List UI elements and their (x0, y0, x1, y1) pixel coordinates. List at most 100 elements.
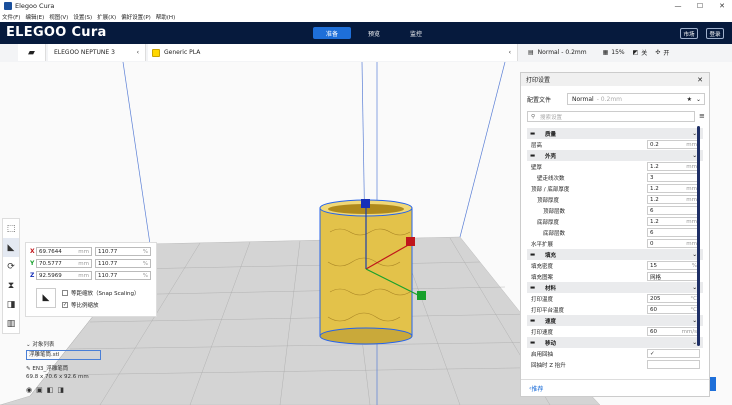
menu-extensions[interactable]: 扩展(X) (97, 13, 116, 21)
tab-prepare[interactable]: 准备 (313, 27, 351, 39)
uniform-scaling-checkbox[interactable]: ✓ 等比例缩放 (62, 301, 99, 309)
x-mm-input[interactable]: 69.7644 mm (36, 247, 92, 256)
y-percent-input[interactable]: 110.77% (95, 259, 151, 268)
z-axis-handle[interactable] (361, 199, 370, 208)
setting-unit: mm (686, 163, 697, 170)
settings-category[interactable]: 外壳 ▬ ⌄ (527, 150, 703, 161)
maximize-button[interactable]: ☐ (690, 0, 710, 12)
settings-scrollbar[interactable] (697, 126, 700, 346)
material-selector[interactable]: Generic PLA ‹ (148, 44, 518, 61)
settings-category[interactable]: 质量 ▬ ⌄ (527, 128, 703, 139)
settings-category[interactable]: 材料 ▬ ⌄ (527, 282, 703, 293)
setting-row[interactable]: 壁厚 1.2 mm (527, 161, 703, 172)
app-header: ELEGOO Cura 准备 预览 监控 市场 登录 (0, 22, 732, 44)
tool-panel: ⬚ ◣ ⟳ ⧗ ◨ ▥ (2, 218, 20, 334)
rotate-tool-button[interactable]: ⟳ (3, 257, 19, 276)
chevron-left-icon: ‹ (136, 49, 139, 56)
move-tool-button[interactable]: ⬚ (3, 219, 19, 238)
setting-row[interactable]: 层高 0.2 mm (527, 139, 703, 150)
support-icon: ◩ (632, 49, 639, 56)
setting-value-input[interactable]: 1.2 mm (647, 217, 700, 226)
setting-value-input[interactable]: 0 mm (647, 239, 700, 248)
y-mm-input[interactable]: 70.5777 mm (36, 259, 92, 268)
close-icon[interactable]: ✕ (697, 76, 703, 84)
setting-row[interactable]: 填充图案 网格 (527, 271, 703, 282)
tab-preview[interactable]: 预览 (355, 27, 393, 39)
mirror-tool-button[interactable]: ⧗ (3, 276, 19, 295)
category-label: 外壳 (545, 153, 557, 160)
settings-category[interactable]: 移动 ▬ ⌄ (527, 337, 703, 348)
print-setup-summary[interactable]: ▤ Normal - 0.2mm ▦ 15% ◩ 关 ✣ 开 (522, 44, 732, 61)
setting-value-input[interactable]: 6 (647, 206, 700, 215)
setting-row[interactable]: 打印速度 60 mm/s (527, 326, 703, 337)
reset-scale-button[interactable]: ◣ (36, 288, 56, 308)
setting-value: 网格 (650, 274, 662, 281)
object-list-header[interactable]: ⌄ 对象列表 (26, 340, 106, 348)
setting-row[interactable]: 壁走线次数 3 (527, 172, 703, 183)
setting-row[interactable]: 启用回抽 ✓ (527, 348, 703, 359)
setting-value-input[interactable]: 3 (647, 173, 700, 182)
login-button[interactable]: 登录 (706, 28, 724, 39)
setting-value-input[interactable]: 15% (647, 261, 700, 270)
setting-value-input[interactable]: 205 °C (647, 294, 700, 303)
setting-row[interactable]: 打印平台温度 60 °C (527, 304, 703, 315)
3d-view-icon[interactable]: ◉ (26, 386, 32, 394)
recommended-button[interactable]: ‹ 推荐 (521, 379, 709, 397)
setting-value-input[interactable]: 60 °C (647, 305, 700, 314)
menu-help[interactable]: 帮助(H) (156, 13, 175, 21)
setting-value-input[interactable]: 6 (647, 228, 700, 237)
star-icon[interactable]: ★ (687, 96, 692, 103)
setting-value-input[interactable]: 1.2 mm (647, 184, 700, 193)
profile-dropdown[interactable]: Normal - 0.2mm ★ ⌄ (567, 93, 705, 105)
setting-row[interactable]: 打印温度 205 °C (527, 293, 703, 304)
settings-category[interactable]: 填充 ▬ ⌄ (527, 249, 703, 260)
setting-value: 1.2 (650, 218, 659, 225)
setting-value-input[interactable]: ✓ (647, 349, 700, 358)
setting-value-input[interactable]: 1.2 mm (647, 162, 700, 171)
object-item[interactable]: 浮雕笔筒.stl (26, 350, 101, 360)
support-blocker-button[interactable]: ▥ (3, 314, 19, 333)
front-view-icon[interactable]: ▣ (36, 386, 43, 394)
setting-value: ✓ (650, 350, 655, 357)
settings-category[interactable]: 速度 ▬ ⌄ (527, 315, 703, 326)
settings-menu-icon[interactable]: ≡ (699, 112, 705, 120)
search-settings-input[interactable]: ⚲ 搜索设置 (527, 111, 695, 122)
z-mm-input[interactable]: 92.5969 mm (36, 271, 92, 280)
minimize-button[interactable]: — (668, 0, 688, 12)
setting-row[interactable]: 填充密度 15% (527, 260, 703, 271)
setting-row[interactable]: 回抽时 Z 抬升 (527, 359, 703, 370)
printer-selector[interactable]: ELEGOO NEPTUNE 3 ‹ (48, 44, 146, 61)
snap-scaling-checkbox[interactable]: 等距缩放（Snap Scaling） (62, 289, 140, 297)
setting-value-input[interactable]: 0.2 mm (647, 140, 700, 149)
setting-value-input[interactable]: 网格 (647, 272, 700, 281)
menu-edit[interactable]: 编辑(E) (25, 13, 44, 21)
menu-file[interactable]: 文件(F) (2, 13, 20, 21)
setting-row[interactable]: 顶部 / 底部厚度 1.2 mm (527, 183, 703, 194)
x-percent-input[interactable]: 110.77% (95, 247, 151, 256)
setting-value-input[interactable]: 60 mm/s (647, 327, 700, 336)
setting-row[interactable]: 底部层数 6 (527, 227, 703, 238)
marketplace-button[interactable]: 市场 (680, 28, 698, 39)
close-button[interactable]: ✕ (712, 0, 732, 12)
menu-settings[interactable]: 设置(S) (73, 13, 92, 21)
menu-view[interactable]: 视图(V) (49, 13, 68, 21)
setting-row[interactable]: 顶部厚度 1.2 mm (527, 194, 703, 205)
category-icon: ▬ (530, 284, 536, 291)
top-view-icon[interactable]: ◧ (47, 386, 54, 394)
setting-value-input[interactable]: 1.2 mm (647, 195, 700, 204)
setting-row[interactable]: 顶部层数 6 (527, 205, 703, 216)
setting-row[interactable]: 水平扩展 0 mm (527, 238, 703, 249)
menu-preferences[interactable]: 偏好设置(P) (121, 13, 151, 21)
x-axis-handle[interactable] (406, 237, 415, 246)
side-view-icon[interactable]: ◨ (57, 386, 64, 394)
per-model-settings-button[interactable]: ◨ (3, 295, 19, 314)
scale-tool-button[interactable]: ◣ (3, 238, 19, 257)
tab-monitor[interactable]: 监控 (397, 27, 435, 39)
z-percent-input[interactable]: 110.77% (95, 271, 151, 280)
setting-value-input[interactable] (647, 360, 700, 369)
open-file-button[interactable]: ▰ (18, 44, 46, 61)
setting-row[interactable]: 底部厚度 1.2 mm (527, 216, 703, 227)
job-name[interactable]: ✎ EN3_浮雕笔筒 (26, 364, 146, 372)
slice-button-edge[interactable] (710, 377, 716, 391)
y-axis-handle[interactable] (417, 291, 426, 300)
